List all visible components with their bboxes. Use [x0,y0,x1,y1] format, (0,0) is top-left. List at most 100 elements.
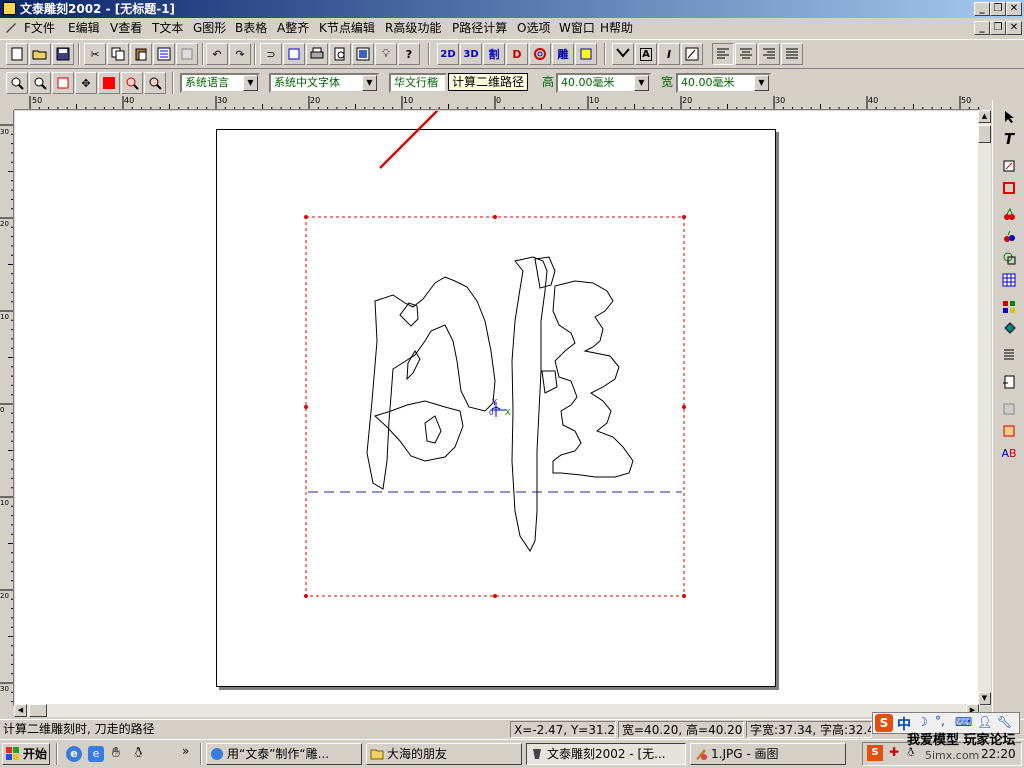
font-name-select[interactable]: 华文行楷 [389,73,447,93]
scroll-left-icon[interactable]: ◀ [14,704,27,717]
menu-advanced[interactable]: R高级功能 [385,20,441,36]
d-path-button[interactable]: D [506,43,528,65]
start-button[interactable]: 开始 [2,743,50,765]
tool-setting-icon[interactable] [575,43,597,65]
browser-icon[interactable]: e [88,746,104,762]
sogou-tray-icon[interactable]: S [867,745,883,761]
cut-path-button[interactable]: 割 [483,43,505,65]
ie-icon[interactable]: e [66,746,82,762]
restore-button[interactable]: ❐ [990,2,1006,16]
image-tool-icon[interactable] [998,420,1020,442]
clone-icon[interactable] [176,43,198,65]
cursor-tool-icon[interactable]: ✋︎ [112,745,120,761]
menu-table[interactable]: B表格 [235,20,267,36]
doc-close-button[interactable]: ✕ [1006,21,1022,35]
character-outline[interactable] [366,256,634,552]
align-center-icon[interactable] [735,43,757,65]
palette-tool-icon[interactable] [998,296,1020,318]
menu-view[interactable]: V查看 [110,20,142,36]
pan-icon[interactable]: ✥ [75,72,97,94]
graphic-tool-icon[interactable] [998,155,1020,177]
color-fill-icon[interactable] [98,72,120,94]
zoom-out-icon[interactable] [29,72,51,94]
copy-icon[interactable] [107,43,129,65]
drawing-canvas[interactable]: Y X 0 [15,111,978,706]
menu-node-edit[interactable]: K节点编辑 [319,20,375,36]
sogou-icon[interactable]: S [875,714,893,732]
menu-options[interactable]: O选项 [517,20,550,36]
chevron-down-icon[interactable]: ▼ [754,75,769,91]
more-quicklaunch-icon[interactable]: » [182,744,189,758]
paste-icon[interactable] [130,43,152,65]
cherry-tool-icon[interactable] [998,203,1020,225]
wrench-icon[interactable]: 🔧︎ [997,715,1012,729]
minimize-button[interactable]: _ [974,2,990,16]
task-wentai[interactable]: 文泰雕刻2002 - [无... [526,743,686,765]
menu-text[interactable]: T文本 [152,20,183,36]
select-all-icon[interactable] [153,43,175,65]
document-tool-icon[interactable] [998,371,1020,393]
vertical-scrollbar[interactable]: ▲ ▼ [978,110,991,706]
horizontal-scrollbar[interactable]: ◀ ▶ [14,704,980,717]
print-preview-icon[interactable] [329,43,351,65]
calc-2d-path-button[interactable]: 2D [437,43,459,65]
help-icon[interactable]: ? [398,43,420,65]
align-left-icon[interactable] [712,43,734,65]
chevron-down-icon[interactable]: ▼ [243,75,258,91]
text-replace-icon[interactable]: AB [998,442,1020,464]
height-input[interactable]: 40.00毫米 ▼ [556,73,651,93]
chevron-down-icon[interactable]: ▼ [634,75,649,91]
doc-restore-button[interactable]: ❐ [990,21,1006,35]
print-icon[interactable] [306,43,328,65]
zoom-page-icon[interactable] [52,72,74,94]
select-arrow-icon[interactable] [998,106,1020,128]
menu-help[interactable]: H帮助 [600,20,633,36]
scroll-thumb[interactable] [29,704,47,717]
font-category-select[interactable]: 系统中文字体 ▼ [269,73,379,93]
justify-icon[interactable] [781,43,803,65]
blend-tool-icon[interactable] [998,398,1020,420]
menu-path-calc[interactable]: P路径计算 [452,20,507,36]
text-edit-icon[interactable] [681,43,703,65]
punctuation-icon[interactable]: °, [935,714,945,728]
save-icon[interactable] [52,43,74,65]
task-folder[interactable]: 大海的朋友 [366,743,522,765]
text-tool-icon[interactable]: T [998,128,1020,150]
page-setup-icon[interactable] [352,43,374,65]
redo-icon[interactable]: ↷ [229,43,251,65]
calc-3d-path-button[interactable]: 3D [460,43,482,65]
undo-icon[interactable]: ↶ [206,43,228,65]
scroll-thumb[interactable] [978,125,991,143]
task-paint[interactable]: 1.JPG - 画图 [690,743,846,765]
menu-edit[interactable]: E编辑 [68,20,100,36]
tips-lightbulb-icon[interactable]: 💡︎ [375,43,397,65]
fruit-tool-icon[interactable] [998,225,1020,247]
half-width-icon[interactable]: ☽ [917,715,928,729]
new-icon[interactable] [6,43,28,65]
tray-tool-icon[interactable]: ✚ [889,745,899,759]
menu-window[interactable]: W窗口 [559,20,595,36]
list-tool-icon[interactable] [998,343,1020,365]
export-icon[interactable] [283,43,305,65]
rectangle-tool-icon[interactable] [998,177,1020,199]
task-browser[interactable]: 用“文泰”制作“雕... [206,743,362,765]
zoom-selection-icon[interactable] [121,72,143,94]
user-icon[interactable]: 👤︎ [977,715,992,729]
shapes-tool-icon[interactable] [998,247,1020,269]
import-icon[interactable]: ⊃ [260,43,282,65]
italic-icon[interactable]: I [658,43,680,65]
cut-icon[interactable]: ✂ [84,43,106,65]
zoom-in-icon[interactable] [6,72,28,94]
doc-minimize-button[interactable]: _ [974,21,990,35]
align-right-icon[interactable] [758,43,780,65]
node-icon[interactable] [612,43,634,65]
close-button[interactable]: ✕ [1006,2,1022,16]
text-frame-icon[interactable]: A [635,43,657,65]
width-input[interactable]: 40.00毫米 ▼ [676,73,771,93]
keyboard-icon[interactable]: ⌨︎ [955,715,972,729]
zoom-all-icon[interactable] [144,72,166,94]
language-select[interactable]: 系统语言 ▼ [180,73,260,93]
fill-bucket-icon[interactable] [998,318,1020,340]
menu-align[interactable]: A整齐 [277,20,309,36]
menu-file[interactable]: F文件 [24,20,55,36]
